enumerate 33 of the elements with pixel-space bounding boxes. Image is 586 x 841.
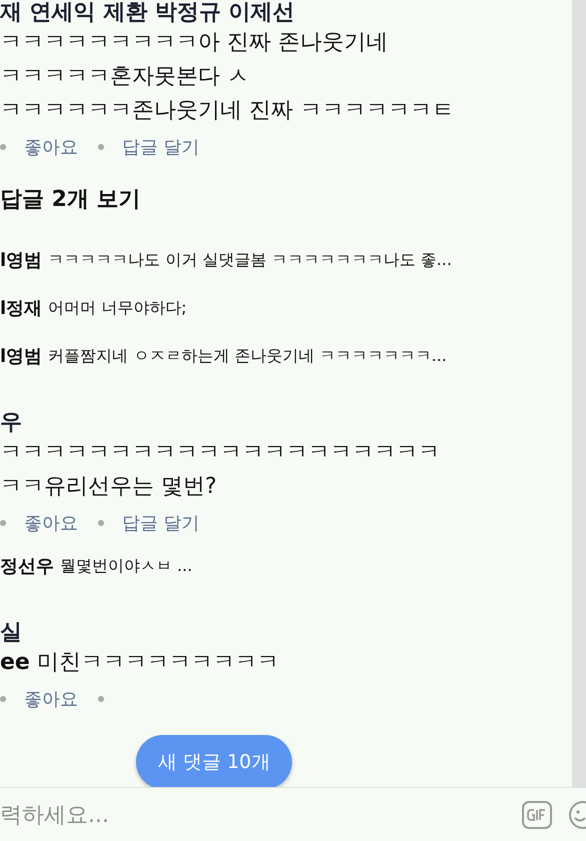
separator-dot bbox=[98, 520, 104, 526]
comment-action[interactable]: 좋아요 bbox=[24, 135, 78, 159]
reply-author: 정선우 bbox=[0, 555, 54, 578]
comment-text: ㅋㅋㅋㅋㅋㅋ존나웃기네 진짜 ㅋㅋㅋㅋㅋㅋㅌ bbox=[0, 97, 455, 125]
comment-text: ㅋㅋㅋㅋㅋㅋㅋㅋㅋㅋㅋㅋㅋㅋㅋㅋㅋㅋㅋㅋ bbox=[0, 439, 441, 467]
reply-text: 뭘몇번이야ㅅㅂ ... bbox=[60, 556, 192, 576]
comment-input-field[interactable]: 력하세요... bbox=[0, 802, 522, 828]
comment-author: 실 bbox=[0, 620, 23, 646]
new-comments-button[interactable]: 새 댓글 10개 bbox=[136, 735, 292, 789]
comment-action[interactable]: 답글 달기 bbox=[122, 135, 200, 159]
reply-text: 어머머 너무야하다; bbox=[48, 298, 187, 318]
comment-text: ㅋㅋ유리선우는 몇번? bbox=[0, 473, 218, 501]
comment-action[interactable]: 좋아요 bbox=[24, 511, 78, 535]
comment-author: 재 연세익 제환 박정규 이제선 bbox=[0, 0, 296, 26]
comment-action[interactable]: 좋아요 bbox=[24, 687, 78, 711]
reply-author: l영범 bbox=[0, 345, 42, 368]
reply-author: l정재 bbox=[0, 297, 42, 320]
view-replies-link[interactable]: 답글 2개 보기 bbox=[0, 184, 572, 214]
comment-author: 우 bbox=[0, 410, 23, 436]
separator-dot bbox=[0, 696, 6, 702]
emoji-icon[interactable] bbox=[568, 801, 586, 829]
reply-text: ㅋㅋㅋㅋㅋ나도 이거 실댓글봄 ㅋㅋㅋㅋㅋㅋㅋ나도 좋... bbox=[48, 250, 452, 270]
separator-dot bbox=[98, 144, 104, 150]
separator-dot bbox=[98, 696, 104, 702]
separator-dot bbox=[0, 144, 6, 150]
separator-dot bbox=[0, 520, 6, 526]
comment-text: ㅋㅋㅋㅋㅋ혼자못본다 ㅅ bbox=[0, 63, 250, 91]
reply-author: l영범 bbox=[0, 249, 42, 272]
reply-text: 커플짬지네 ㅇㅈㄹ하는게 존나웃기네 ㅋㅋㅋㅋㅋㅋㅋ... bbox=[48, 346, 447, 366]
gif-icon[interactable] bbox=[522, 801, 552, 829]
comment-text: ee 미친ㅋㅋㅋㅋㅋㅋㅋㅋㅋ bbox=[0, 649, 280, 677]
comment-text: ㅋㅋㅋㅋㅋㅋㅋㅋㅋ아 진짜 존나웃기네 bbox=[0, 29, 389, 57]
comment-action[interactable]: 답글 달기 bbox=[122, 511, 200, 535]
